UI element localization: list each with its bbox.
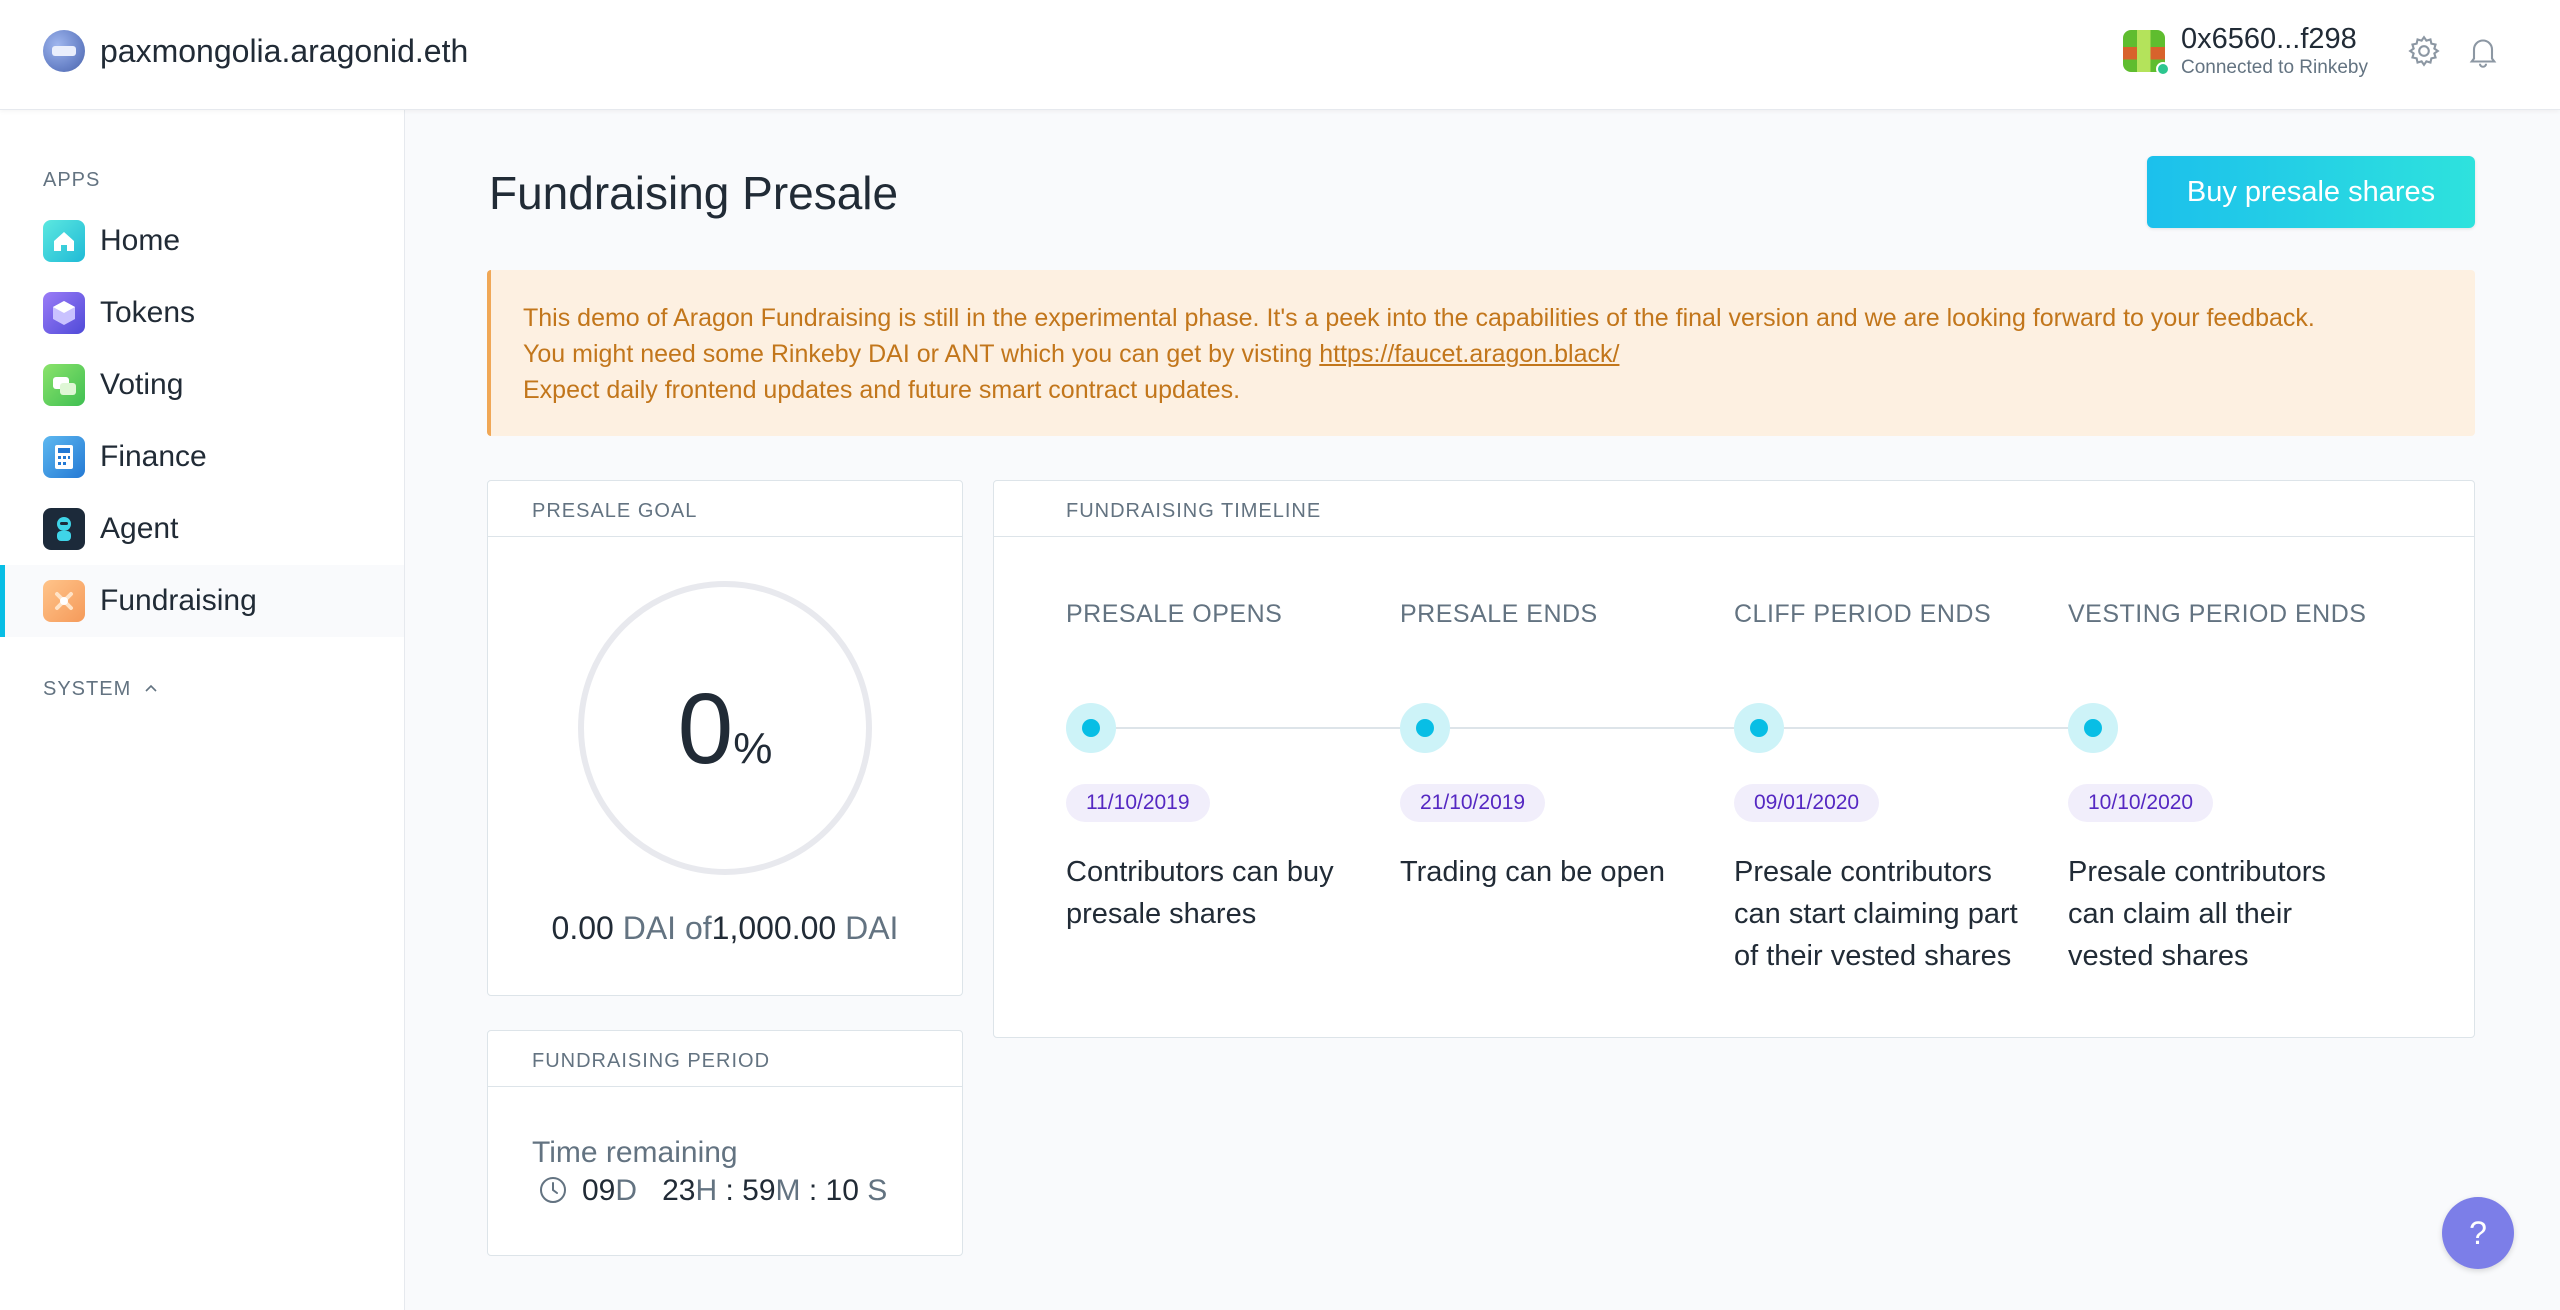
faucet-link[interactable]: https://faucet.aragon.black/ <box>1319 340 1619 368</box>
card-header: PRESALE GOAL <box>488 481 962 537</box>
hours-unit: H <box>695 1174 718 1207</box>
minutes-unit: M <box>775 1174 801 1207</box>
sidebar-item-label: Voting <box>100 368 184 401</box>
account-address[interactable]: 0x6560...f298 <box>2181 22 2357 56</box>
goal-amount: 1,000.00 <box>711 910 837 946</box>
timeline-dot <box>2068 703 2118 753</box>
sidebar-item-agent[interactable]: Agent <box>0 493 404 565</box>
sidebar-item-label: Finance <box>100 440 207 473</box>
separator: : <box>808 1174 818 1207</box>
timeline-step-name: CLIFF PERIOD ENDS <box>1734 600 1992 628</box>
timeline-date-badge: 11/10/2019 <box>1066 784 1210 822</box>
time-remaining-label: Time remaining <box>532 1136 738 1169</box>
timeline-dot <box>1066 703 1116 753</box>
page-title: Fundraising Presale <box>489 167 899 219</box>
notice-line-1: This demo of Aragon Fundraising is still… <box>523 304 2315 332</box>
minutes-value: 59 <box>742 1174 776 1207</box>
sidebar-item-label: Agent <box>100 512 179 545</box>
timeline-step-name: PRESALE ENDS <box>1400 600 1598 628</box>
clock-icon <box>538 1175 568 1205</box>
notifications-bell-icon[interactable] <box>2465 33 2501 69</box>
system-heading[interactable]: SYSTEM <box>43 677 131 701</box>
timeline-step-description: Contributors can buy presale shares <box>1066 856 1334 930</box>
goal-amounts: 0.00 DAI of1,000.00 DAI <box>488 908 962 948</box>
sidebar-item-label: Fundraising <box>100 584 257 617</box>
timeline-dot <box>1734 703 1784 753</box>
sidebar-item-fundraising[interactable]: Fundraising <box>0 565 404 637</box>
org-name[interactable]: paxmongolia.aragonid.eth <box>100 30 468 72</box>
days-unit: D <box>615 1174 638 1207</box>
separator: : <box>725 1174 734 1207</box>
notice-line-2-text: You might need some Rinkeby DAI or ANT w… <box>523 340 1320 368</box>
raised-unit: DAI <box>622 910 677 946</box>
card-title: FUNDRAISING PERIOD <box>532 1050 771 1072</box>
raised-amount: 0.00 <box>551 910 614 946</box>
settings-gear-icon[interactable] <box>2406 33 2442 69</box>
notice-line-2: You might need some Rinkeby DAI or ANT w… <box>523 336 2475 372</box>
timeline-step-description: Trading can be open <box>1400 856 1665 888</box>
sidebar-item-finance[interactable]: Finance <box>0 421 404 493</box>
experimental-notice: This demo of Aragon Fundraising is still… <box>487 270 2475 436</box>
card-title: FUNDRAISING TIMELINE <box>1066 500 1322 522</box>
buy-presale-shares-button[interactable]: Buy presale shares <box>2147 156 2475 228</box>
seconds-value: 10 <box>825 1174 859 1207</box>
timeline-step-description: Presale contributors can claim all their… <box>2068 856 2326 972</box>
countdown: 09D 23H : 59M : 10 S <box>582 1173 887 1209</box>
home-icon <box>43 220 85 262</box>
fundraising-icon <box>43 580 85 622</box>
agent-icon <box>43 508 85 550</box>
hours-value: 23 <box>662 1174 696 1207</box>
goal-unit: DAI <box>845 910 899 946</box>
goal-percent-value: 0 <box>677 673 734 785</box>
fundraising-period-card: FUNDRAISING PERIOD Time remaining 09D 23… <box>487 1030 963 1256</box>
seconds-unit: S <box>867 1174 888 1207</box>
sidebar: APPS Home Tokens Voting Finance Agent Fu… <box>0 110 405 1310</box>
goal-percentage: 0% <box>488 669 962 789</box>
network-status: Connected to Rinkeby <box>2181 57 2368 78</box>
org-avatar[interactable] <box>43 30 85 72</box>
connection-status-dot <box>2156 62 2170 76</box>
tokens-icon <box>43 292 85 334</box>
presale-goal-card: PRESALE GOAL 0% 0.00 DAI of1,000.00 DAI <box>487 480 963 996</box>
apps-heading: APPS <box>43 169 101 191</box>
timeline-step-name: VESTING PERIOD ENDS <box>2068 600 2367 628</box>
sidebar-item-tokens[interactable]: Tokens <box>0 277 404 349</box>
notice-line-3: Expect daily frontend updates and future… <box>523 376 1241 404</box>
timeline-date-badge: 10/10/2020 <box>2068 784 2214 822</box>
timeline-step-name: PRESALE OPENS <box>1066 600 1283 628</box>
finance-icon <box>43 436 85 478</box>
sidebar-item-voting[interactable]: Voting <box>0 349 404 421</box>
card-header: FUNDRAISING PERIOD <box>488 1031 962 1087</box>
sidebar-item-label: Home <box>100 224 181 257</box>
days-value: 09 <box>582 1174 616 1207</box>
fundraising-timeline-card: FUNDRAISING TIMELINE PRESALE OPENS 11/10… <box>993 480 2475 1038</box>
top-bar: paxmongolia.aragonid.eth 0x6560...f298 C… <box>0 0 2560 110</box>
timeline-line <box>1091 727 2092 729</box>
goal-percent-sign: % <box>733 724 773 773</box>
card-title: PRESALE GOAL <box>532 500 698 522</box>
card-header: FUNDRAISING TIMELINE <box>994 481 2474 537</box>
timeline-step-description: Presale contributors can start claiming … <box>1734 856 2018 972</box>
of-text: of <box>684 910 712 946</box>
timeline-date-badge: 09/01/2020 <box>1734 784 1880 822</box>
help-button[interactable]: ? <box>2442 1197 2514 1269</box>
timeline-date-badge: 21/10/2019 <box>1400 784 1546 822</box>
sidebar-item-label: Tokens <box>100 296 196 329</box>
voting-icon <box>43 364 85 406</box>
chevron-up-icon[interactable] <box>143 680 159 696</box>
sidebar-item-home[interactable]: Home <box>0 205 404 277</box>
timeline-dot <box>1400 703 1450 753</box>
